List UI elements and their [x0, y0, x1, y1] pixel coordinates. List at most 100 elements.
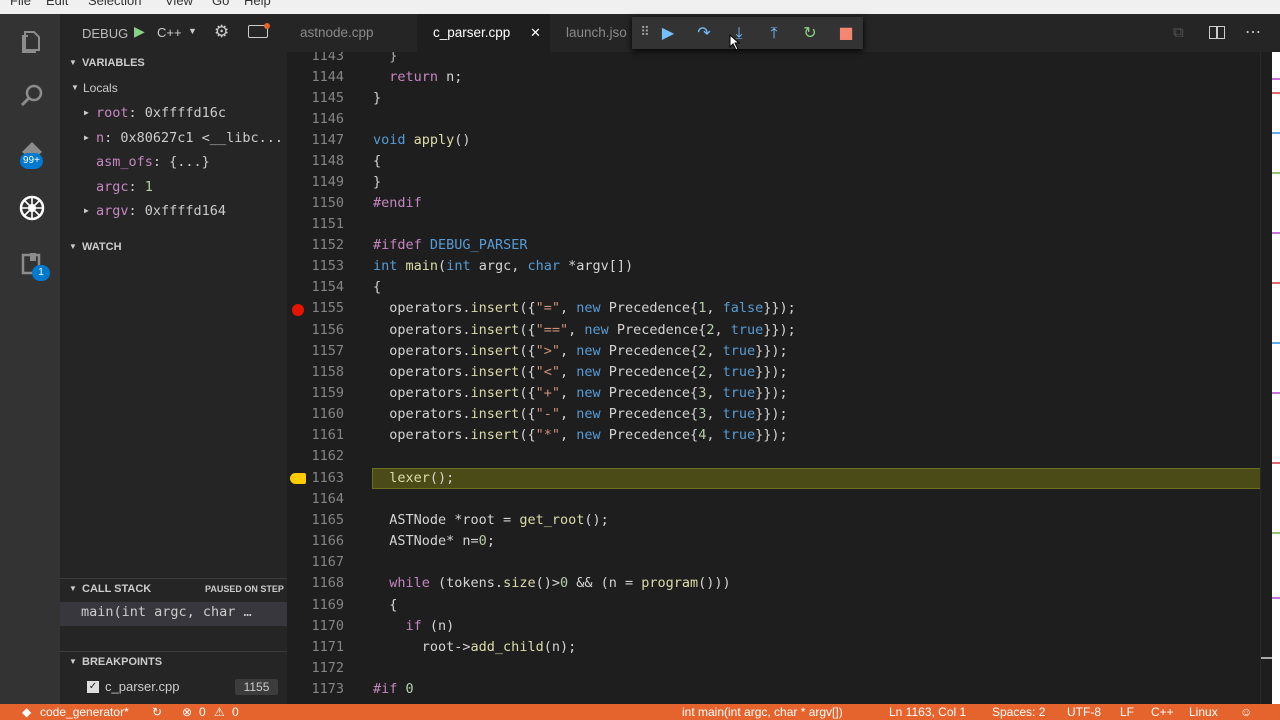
git-branch[interactable]: code_generator* [40, 704, 129, 720]
breakpoint-file: c_parser.cpp [105, 679, 180, 694]
code-line: { [373, 153, 382, 169]
triangle-down-icon: ▼ [69, 58, 77, 67]
line-number: 1153 [311, 258, 344, 274]
triangle-right-icon[interactable]: ▶ [84, 127, 89, 149]
line-number: 1143 [311, 52, 344, 64]
encoding[interactable]: UTF-8 [1067, 704, 1101, 720]
chevron-down-icon[interactable]: ▼ [188, 26, 197, 36]
more-actions-icon[interactable]: ⋯ [1245, 22, 1261, 42]
search-icon[interactable] [14, 78, 50, 114]
menu-view[interactable]: View [165, 0, 193, 8]
desktop-edge [1272, 52, 1280, 704]
line-number: 1149 [311, 174, 344, 190]
smiley-feedback-icon[interactable]: ☺ [1240, 704, 1252, 720]
debug-floating-toolbar: ⠿ ▶ ↷ ⤓ ⤒ ↻ ■ [632, 17, 863, 49]
breakpoint-row[interactable]: ✓ c_parser.cpp 1155 [60, 676, 287, 698]
locals-scope[interactable]: ▼ Locals [60, 77, 287, 99]
menu-file[interactable]: File [10, 0, 31, 8]
code-line: void apply() [373, 132, 471, 148]
tab-astnode[interactable]: astnode.cpp [287, 14, 417, 52]
gear-icon[interactable]: ⚙ [214, 22, 229, 42]
code-line: operators.insert({"=", new Precedence{1,… [373, 300, 796, 316]
tab-c-parser[interactable]: c_parser.cpp ✕ [417, 14, 550, 52]
code-line: ASTNode *root = get_root(); [373, 512, 609, 528]
line-number: 1163 [311, 470, 344, 486]
line-number: 1172 [311, 660, 344, 676]
checkbox[interactable]: ✓ [87, 681, 99, 693]
restart-icon[interactable]: ↻ [800, 23, 820, 43]
console-dot-icon [264, 23, 270, 29]
cursor-position[interactable]: Ln 1163, Col 1 [889, 704, 966, 720]
code-line: } [373, 174, 382, 190]
triangle-down-icon: ▼ [69, 657, 77, 666]
git-branch-icon[interactable]: ◆ [22, 704, 31, 720]
paused-status: PAUSED ON STEP [205, 584, 284, 594]
step-out-icon[interactable]: ⤒ [764, 23, 784, 43]
explorer-icon[interactable] [14, 24, 50, 60]
breakpoints-header[interactable]: ▼ BREAKPOINTS [60, 651, 287, 673]
variable-row[interactable]: ▶ root: 0xffffd16c [60, 102, 287, 124]
breakpoint-line-badge: 1155 [235, 679, 278, 695]
callstack-header[interactable]: ▼ CALL STACK PAUSED ON STEP [60, 578, 287, 600]
line-number: 1156 [311, 322, 344, 338]
line-number: 1155 [311, 300, 344, 316]
line-number: 1170 [311, 618, 344, 634]
extensions-badge: 1 [32, 265, 50, 281]
code-line: operators.insert({"==", new Precedence{2… [373, 322, 796, 338]
code-line: #endif [373, 195, 422, 211]
line-number: 1154 [311, 279, 344, 295]
code-line: operators.insert({"*", new Precedence{4,… [373, 427, 788, 443]
step-over-icon[interactable]: ↷ [694, 23, 714, 43]
code-line: } [389, 52, 398, 64]
callstack-frame-row[interactable]: main(int argc, char … [60, 602, 287, 626]
sync-icon[interactable]: ↻ [152, 704, 162, 720]
watch-header[interactable]: ▼ WATCH [60, 236, 287, 258]
line-number: 1147 [311, 132, 344, 148]
variable-row[interactable]: asm_ofs: {...} [60, 151, 287, 173]
debug-config-select[interactable]: C++ [157, 25, 182, 40]
warning-icon[interactable]: ⚠ [214, 704, 225, 720]
line-number: 1165 [311, 512, 344, 528]
variable-row[interactable]: ▶ n: 0x80627c1 <__libc... [60, 127, 287, 149]
triangle-right-icon[interactable]: ▶ [84, 102, 89, 124]
menu-selection[interactable]: Selection [88, 0, 141, 8]
line-ending[interactable]: LF [1120, 704, 1134, 720]
debug-icon[interactable] [14, 190, 50, 226]
menu-edit[interactable]: Edit [46, 0, 68, 8]
line-number: 1144 [311, 69, 344, 85]
continue-icon[interactable]: ▶ [658, 23, 678, 43]
code-line-current: lexer(); [389, 470, 455, 486]
line-number: 1168 [311, 575, 344, 591]
language-mode[interactable]: C++ [1151, 704, 1174, 720]
line-number: 1173 [311, 681, 344, 697]
close-icon[interactable]: ✕ [530, 14, 541, 52]
code-line: operators.insert({"+", new Precedence{3,… [373, 385, 788, 401]
line-number: 1161 [311, 427, 344, 443]
error-icon[interactable]: ⊗ [182, 704, 192, 720]
open-changes-icon[interactable]: ⧉ [1173, 24, 1184, 41]
variable-row[interactable]: ▶ argv: 0xffffd164 [60, 200, 287, 222]
indentation[interactable]: Spaces: 2 [992, 704, 1045, 720]
drag-handle-icon[interactable]: ⠿ [635, 23, 655, 43]
line-number: 1166 [311, 533, 344, 549]
split-divider [1216, 26, 1218, 39]
menu-go[interactable]: Go [212, 0, 229, 8]
code-line: ASTNode* n=0; [373, 533, 495, 549]
variables-header[interactable]: ▼ VARIABLES [60, 52, 287, 74]
error-count[interactable]: 0 [199, 704, 206, 720]
code-editor[interactable]: 1143 1144 1145 1146 1147 1148 1149 1150 … [287, 52, 1280, 704]
code-line: { [373, 597, 398, 613]
line-number: 1169 [311, 597, 344, 613]
code-line: } [373, 90, 382, 106]
menu-help[interactable]: Help [244, 0, 271, 8]
callstack-frame: main(int argc, char … [81, 604, 252, 620]
triangle-right-icon[interactable]: ▶ [84, 200, 89, 222]
line-number: 1146 [311, 111, 344, 127]
triangle-down-icon: ▼ [69, 584, 77, 593]
variable-row[interactable]: argc: 1 [60, 176, 287, 198]
stop-icon[interactable]: ■ [836, 23, 856, 43]
debug-toolbar: DEBUG ▶ C++ ▼ ⚙ [60, 14, 287, 52]
triangle-down-icon: ▼ [69, 242, 77, 251]
warning-count[interactable]: 0 [232, 704, 239, 720]
start-debug-icon[interactable]: ▶ [134, 23, 145, 40]
